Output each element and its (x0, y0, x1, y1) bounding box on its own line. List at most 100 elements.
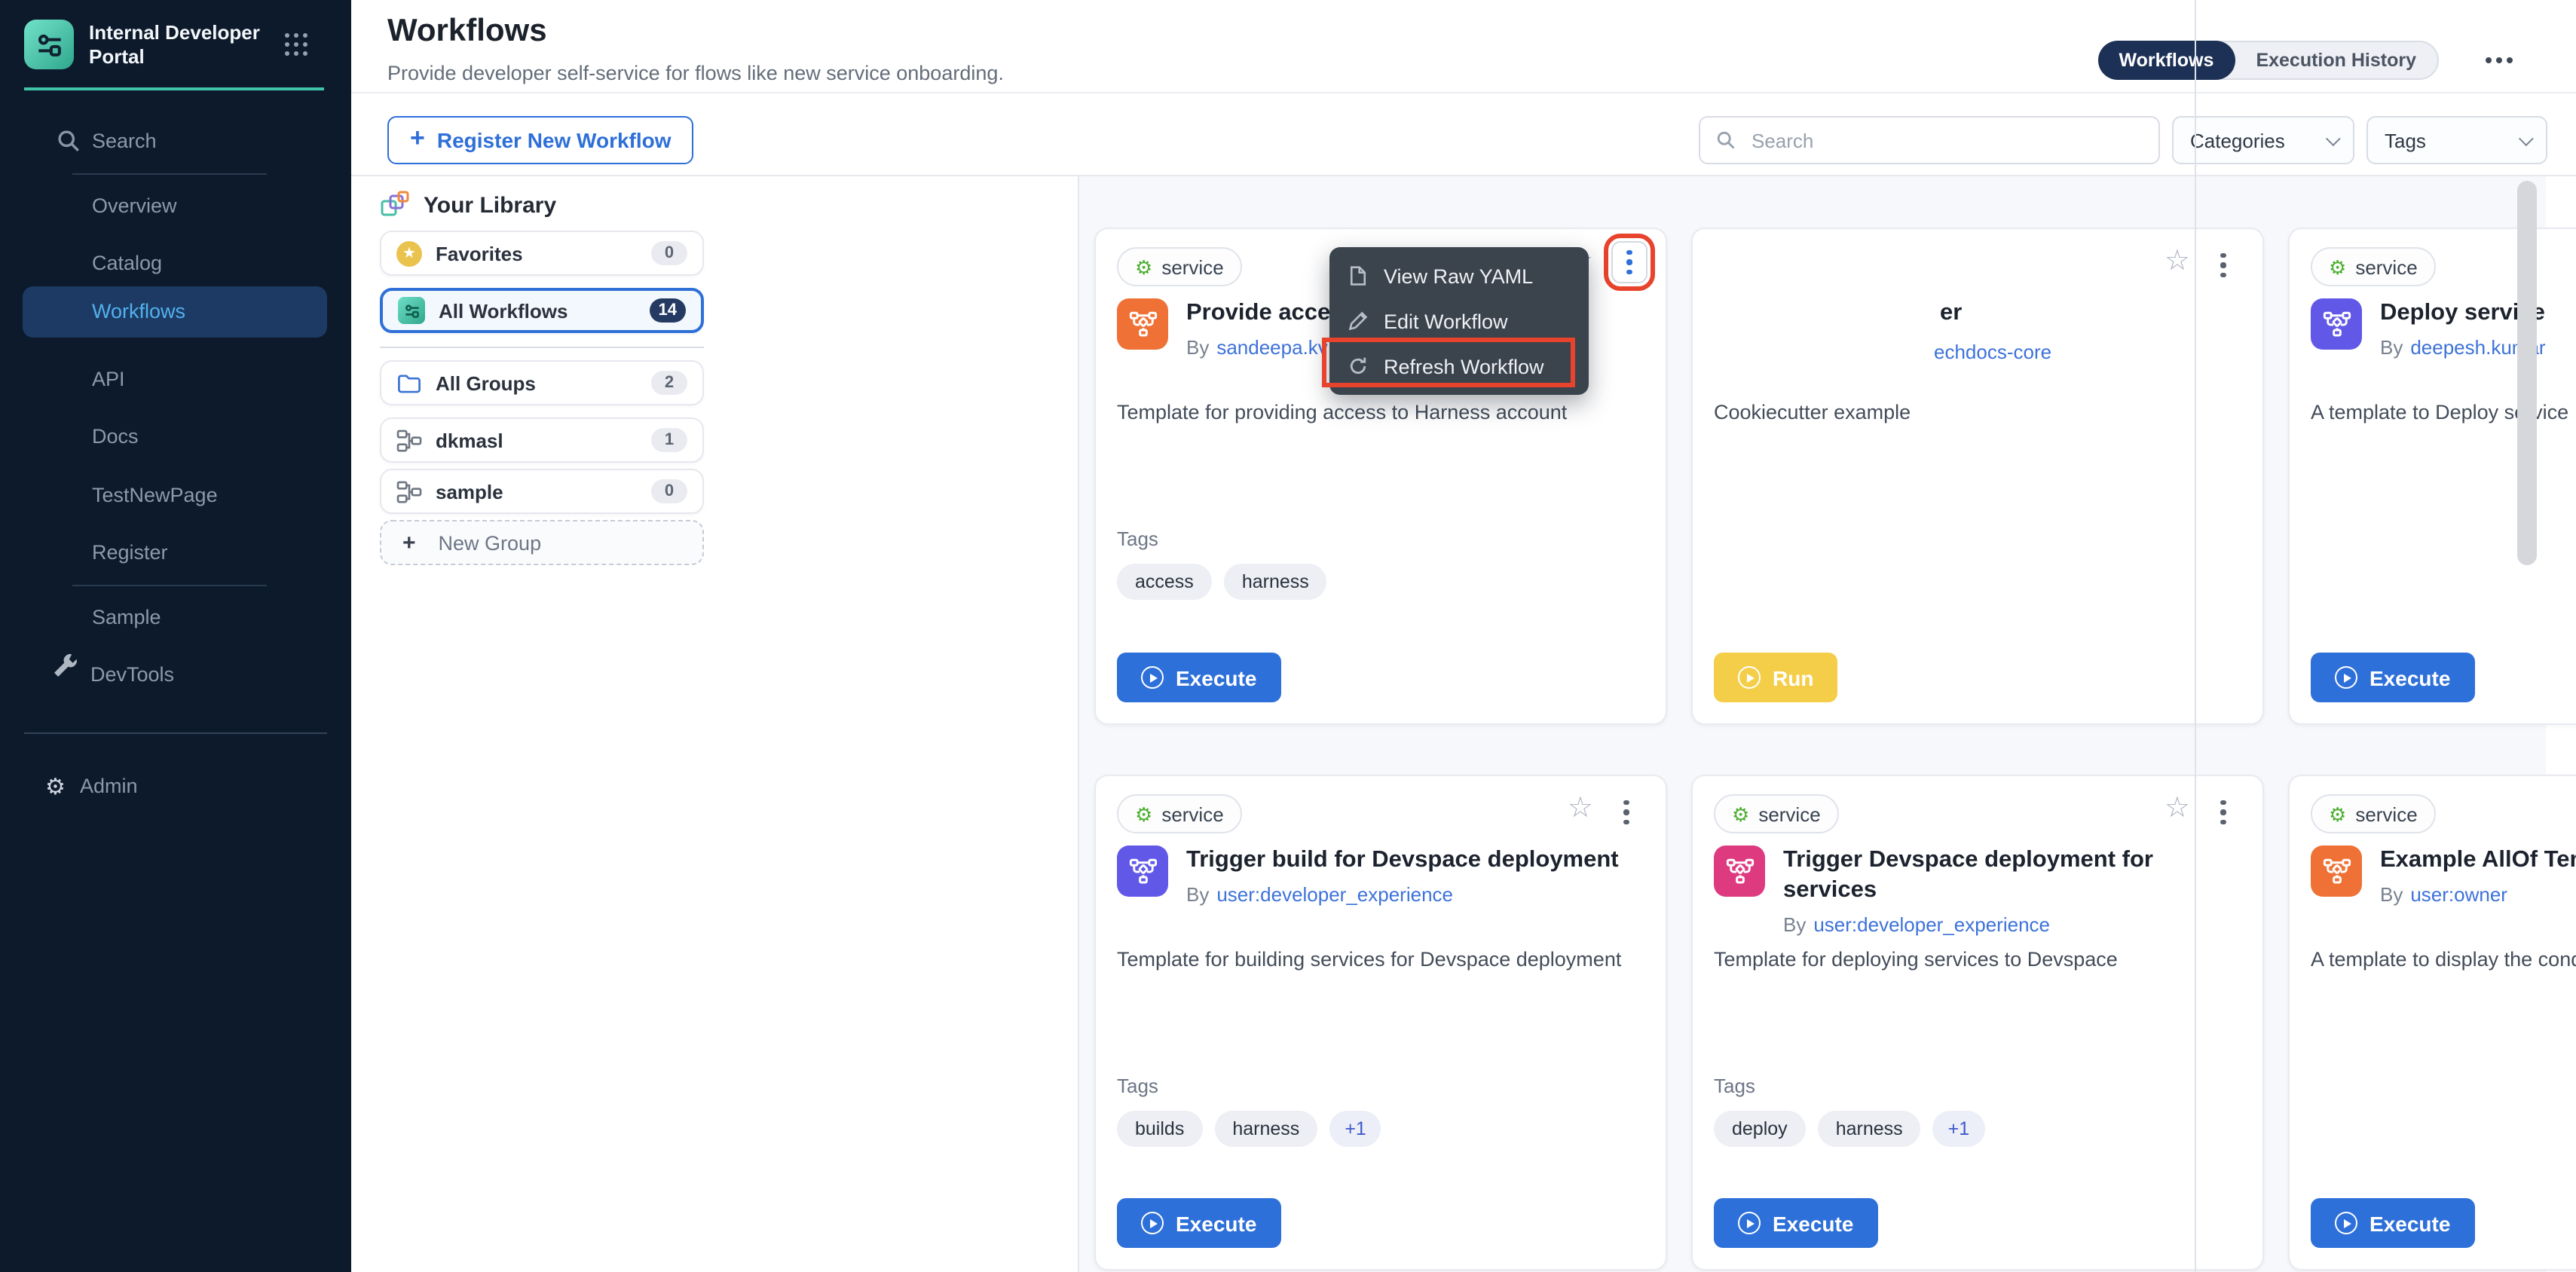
scrollbar-thumb[interactable] (2517, 181, 2537, 565)
sidebar-item-devtools[interactable]: DevTools (90, 663, 174, 686)
favorite-star-icon[interactable]: ☆ (2165, 791, 2190, 826)
play-icon (1141, 666, 1164, 689)
tag-pill: harness (1224, 564, 1327, 600)
workflow-title: Trigger Devspace deployment for services (1783, 845, 2241, 906)
main-area: Workflows Provide developer self-service… (351, 0, 2576, 1272)
workflow-title: Example AllOf Template (2380, 845, 2576, 876)
card-menu-button[interactable] (1611, 241, 1647, 283)
workflow-card-trigger-build: ⚙ service ☆ Trigger build for Devspace d… (1094, 775, 1667, 1270)
workflow-description: Template for deploying services to Devsp… (1714, 945, 2229, 975)
category-badge: ⚙ service (1117, 247, 1242, 286)
library-section-divider (380, 347, 704, 348)
count-badge: 1 (651, 428, 687, 452)
apps-grid-icon[interactable] (285, 33, 307, 56)
card-menu-button[interactable] (2205, 244, 2241, 286)
sidebar-item-api[interactable]: API (92, 368, 125, 390)
search-input[interactable] (1748, 127, 2125, 153)
search-icon (1715, 130, 1736, 151)
author-link[interactable]: sandeepa.kv (1216, 336, 1327, 359)
workflow-author: Byuser:developer_experience (1186, 883, 1619, 906)
play-icon (1738, 1212, 1761, 1234)
count-badge: 0 (651, 479, 687, 503)
more-options-icon[interactable] (2486, 57, 2513, 63)
play-icon (2335, 666, 2357, 689)
favorite-star-icon[interactable]: ☆ (1568, 791, 1593, 826)
favorite-star-icon[interactable]: ☆ (2165, 244, 2190, 279)
workflow-card-example-allof: ⚙ service ☆ Example AllOf Template (2288, 775, 2576, 1270)
sidebar-item-catalog[interactable]: Catalog (92, 252, 162, 274)
sidebar-item-admin[interactable]: Admin (80, 775, 138, 797)
sidebar-item-workflows[interactable]: Workflows (23, 286, 327, 338)
app-window: Internal DeveloperPortal Search Overview… (0, 0, 2576, 1272)
workflow-author: Byuser:owner (2380, 883, 2576, 906)
content-right-border (2195, 0, 2196, 1272)
workflow-description: Template for building services for Devsp… (1117, 945, 1632, 975)
workflow-tile-icon (2311, 298, 2362, 350)
favorites-star-icon: ★ (396, 240, 422, 266)
register-new-workflow-button[interactable]: + Register New Workflow (387, 116, 694, 164)
library-divider (1078, 176, 1079, 1272)
tag-pill: access (1117, 564, 1212, 600)
library-cubes-icon (380, 190, 410, 220)
library-item-dkmasl[interactable]: dkmasl 1 (380, 417, 704, 463)
workflow-search (1699, 116, 2160, 164)
workflow-author: Byuser:developer_experience (1783, 913, 2241, 936)
sidebar-item-testnewpage[interactable]: TestNewPage (92, 484, 218, 506)
tag-pill: builds (1117, 1111, 1202, 1147)
library-item-favorites[interactable]: ★ Favorites 0 (380, 231, 704, 276)
plus-icon: + (410, 124, 425, 154)
execute-button[interactable]: Execute (2311, 1198, 2474, 1248)
brand: Internal DeveloperPortal (24, 20, 285, 69)
chevron-down-icon (2519, 130, 2534, 145)
more-tags-pill[interactable]: +1 (1329, 1111, 1381, 1147)
play-icon (1738, 666, 1761, 689)
sidebar-item-sample[interactable]: Sample (92, 606, 161, 628)
workflow-tile-icon (1714, 845, 1765, 897)
sidebar-item-overview[interactable]: Overview (92, 194, 177, 217)
service-gear-icon: ⚙ (2329, 257, 2346, 277)
workflow-card-grid: ⚙ service ☆ Provide access to Harness ac… (1094, 228, 2576, 1270)
search-icon (56, 128, 81, 154)
tags-section: Tags access harness (1117, 527, 1327, 600)
workflow-tile-icon (1117, 298, 1168, 350)
library-item-all-workflows[interactable]: All Workflows 14 (380, 288, 704, 333)
tags-dropdown[interactable]: Tags (2366, 116, 2547, 164)
category-badge: ⚙ service (1714, 794, 1839, 833)
toggle-workflows[interactable]: Workflows (2097, 40, 2235, 79)
menu-item-edit-workflow[interactable]: Edit Workflow (1329, 298, 1589, 344)
workflow-card-trigger-devspace: ⚙ service ☆ Trigger Devspace deployment … (1691, 775, 2264, 1270)
workflow-title: Trigger build for Devspace deployment (1186, 845, 1619, 876)
toggle-execution-history[interactable]: Execution History (2235, 50, 2437, 71)
run-button[interactable]: Run (1714, 653, 1837, 702)
count-badge: 14 (650, 298, 687, 323)
workflow-description: Cookiecutter example (1714, 398, 2229, 428)
author-link-fragment[interactable]: echdocs-core (1934, 341, 2051, 363)
sidebar-search[interactable]: Search (92, 130, 157, 152)
author-link[interactable]: user:developer_experience (1813, 913, 2050, 936)
card-menu-button[interactable] (1608, 791, 1644, 833)
page-subtitle: Provide developer self-service for flows… (387, 62, 1004, 84)
new-group-button[interactable]: + New Group (380, 520, 704, 565)
library-heading: Your Library (380, 190, 556, 220)
execute-button[interactable]: Execute (1714, 1198, 1877, 1248)
execute-button[interactable]: Execute (1117, 653, 1280, 702)
wrench-icon (50, 653, 77, 680)
category-badge: ⚙ service (2311, 794, 2436, 833)
sidebar-item-register[interactable]: Register (92, 541, 168, 564)
sidebar-divider (72, 173, 267, 175)
library-item-sample[interactable]: sample 0 (380, 469, 704, 514)
author-link[interactable]: user:developer_experience (1216, 883, 1453, 906)
play-icon (1141, 1212, 1164, 1234)
group-hierarchy-icon (396, 480, 422, 503)
author-link[interactable]: user:owner (2410, 883, 2507, 906)
workflow-tile-icon (1117, 845, 1168, 897)
library-item-all-groups[interactable]: All Groups 2 (380, 360, 704, 405)
workflows-icon (398, 297, 425, 324)
execute-button[interactable]: Execute (1117, 1198, 1280, 1248)
execute-button[interactable]: Execute (2311, 653, 2474, 702)
card-menu-button[interactable] (2205, 791, 2241, 833)
categories-dropdown[interactable]: Categories (2172, 116, 2354, 164)
more-tags-pill[interactable]: +1 (1933, 1111, 1985, 1147)
menu-item-view-raw-yaml[interactable]: View Raw YAML (1329, 253, 1589, 298)
sidebar-item-docs[interactable]: Docs (92, 425, 139, 448)
